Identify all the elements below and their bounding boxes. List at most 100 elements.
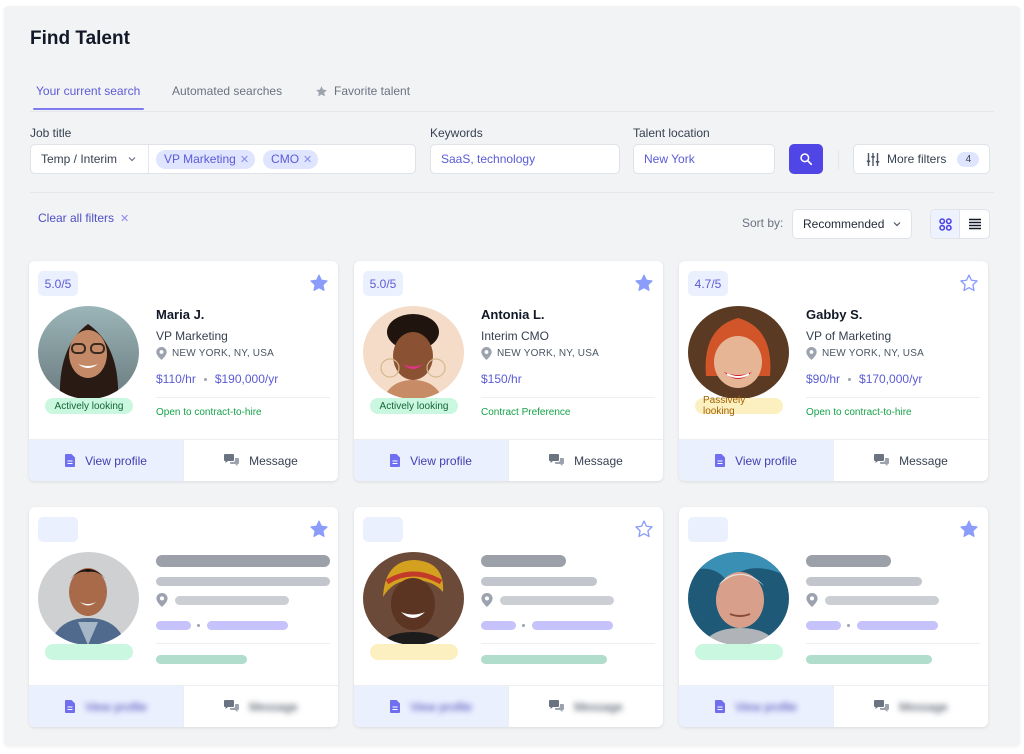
message-button[interactable]: Message <box>833 440 988 481</box>
sort-select[interactable]: Recommended <box>792 209 912 239</box>
hourly-rate: $90/hr <box>806 372 841 386</box>
list-view-button[interactable] <box>960 210 989 238</box>
divider <box>481 643 655 644</box>
job-title-chips[interactable]: VP Marketing ✕ CMO ✕ <box>149 149 319 169</box>
tab-bar: Your current search Automated searches F… <box>30 72 994 112</box>
page-title: Find Talent <box>30 28 130 49</box>
status-placeholder <box>695 644 783 660</box>
rate-placeholder <box>156 621 191 630</box>
sliders-icon <box>866 152 880 166</box>
tab-automated-searches[interactable]: Automated searches <box>172 82 282 100</box>
location-placeholder <box>500 596 614 605</box>
message-button[interactable]: Message <box>508 686 663 727</box>
status-placeholder <box>370 644 458 660</box>
candidate-name[interactable]: Gabby S. <box>806 307 862 322</box>
grid-view-button[interactable] <box>931 210 960 238</box>
star-outline-icon[interactable] <box>634 519 654 539</box>
chat-icon <box>874 700 890 712</box>
location-text: NEW YORK, NY, USA <box>822 348 924 359</box>
candidate-location: NEW YORK, NY, USA <box>806 347 924 360</box>
candidate-name[interactable]: Antonia L. <box>481 307 545 322</box>
star-icon[interactable] <box>309 273 329 293</box>
candidate-card: 4.7/5 Passively looking Gabby S. VP of M… <box>679 261 988 481</box>
candidate-rates: $110/hr $190,000/yr <box>156 372 278 386</box>
candidate-name[interactable]: Maria J. <box>156 307 204 322</box>
tab-favorite-talent[interactable]: Favorite talent <box>315 82 410 100</box>
rate-placeholder <box>481 621 516 630</box>
search-button[interactable] <box>789 144 823 174</box>
view-profile-button[interactable]: View profile <box>29 440 183 481</box>
view-profile-button[interactable]: View profile <box>679 440 833 481</box>
card-actions: View profile Message <box>679 439 988 481</box>
view-profile-label: View profile <box>410 699 472 714</box>
rating-placeholder <box>688 517 728 542</box>
star-icon[interactable] <box>634 273 654 293</box>
card-actions: View profile Message <box>29 439 338 481</box>
location-pin-icon <box>806 593 818 607</box>
document-icon <box>390 700 401 713</box>
clear-all-filters-link[interactable]: Clear all filters ✕ <box>38 211 129 225</box>
document-icon <box>65 700 76 713</box>
message-button[interactable]: Message <box>183 440 338 481</box>
message-button[interactable]: Message <box>833 686 988 727</box>
card-actions: View profile Message <box>679 685 988 727</box>
find-talent-panel: Find Talent Your current search Automate… <box>4 6 1020 746</box>
tab-current-search[interactable]: Your current search <box>36 82 140 100</box>
candidate-rates: $150/hr <box>481 372 522 386</box>
rate-placeholder <box>207 621 288 630</box>
avatar <box>363 306 464 399</box>
message-label: Message <box>899 453 948 468</box>
contract-preference: Open to contract-to-hire <box>156 407 262 418</box>
view-profile-button[interactable]: View profile <box>679 686 833 727</box>
role-placeholder <box>481 577 597 586</box>
view-profile-button[interactable]: View profile <box>354 686 508 727</box>
role-placeholder <box>156 577 330 586</box>
message-button[interactable]: Message <box>183 686 338 727</box>
view-profile-label: View profile <box>735 699 797 714</box>
divider <box>30 192 994 193</box>
chat-icon <box>549 700 565 712</box>
candidate-card-placeholder: View profile Message <box>29 507 338 727</box>
more-filters-button[interactable]: More filters 4 <box>853 144 990 174</box>
preference-placeholder <box>806 655 932 664</box>
star-icon[interactable] <box>959 519 979 539</box>
job-type-select[interactable]: Temp / Interim <box>31 145 149 173</box>
message-button[interactable]: Message <box>508 440 663 481</box>
remove-chip-icon[interactable]: ✕ <box>303 153 312 166</box>
candidate-card: 5.0/5 Actively looking Antonia L. Interi… <box>354 261 663 481</box>
keywords-input[interactable]: SaaS, technology <box>430 144 620 174</box>
avatar <box>38 306 139 399</box>
rate-placeholder <box>806 621 841 630</box>
remove-chip-icon[interactable]: ✕ <box>240 153 249 166</box>
location-input[interactable]: New York <box>633 144 775 174</box>
location-pin-icon <box>481 593 493 607</box>
view-profile-label: View profile <box>85 699 147 714</box>
star-icon[interactable] <box>309 519 329 539</box>
preference-placeholder <box>156 655 247 664</box>
star-icon <box>316 85 327 96</box>
job-title-label: Job title <box>30 126 72 140</box>
chip-label: CMO <box>271 152 300 166</box>
chat-icon <box>224 454 240 466</box>
star-outline-icon[interactable] <box>959 273 979 293</box>
chip-cmo: CMO ✕ <box>263 149 319 169</box>
view-profile-button[interactable]: View profile <box>354 440 508 481</box>
separator-dot <box>197 624 200 627</box>
card-actions: View profile Message <box>354 685 663 727</box>
contract-preference: Contract Preference <box>481 407 571 418</box>
message-label: Message <box>574 453 623 468</box>
location-text: NEW YORK, NY, USA <box>497 348 599 359</box>
more-filters-label: More filters <box>887 152 947 166</box>
candidate-card-placeholder: View profile Message <box>679 507 988 727</box>
document-icon <box>390 454 401 467</box>
candidate-card-placeholder: View profile Message <box>354 507 663 727</box>
chat-icon <box>549 454 565 466</box>
role-placeholder <box>806 577 922 586</box>
candidate-role: Interim CMO <box>481 329 550 343</box>
filter-count-badge: 4 <box>957 151 980 167</box>
view-profile-button[interactable]: View profile <box>29 686 183 727</box>
status-placeholder <box>45 644 133 660</box>
job-type-value: Temp / Interim <box>41 152 118 166</box>
tab-label: Your current search <box>36 84 141 98</box>
divider <box>806 643 980 644</box>
